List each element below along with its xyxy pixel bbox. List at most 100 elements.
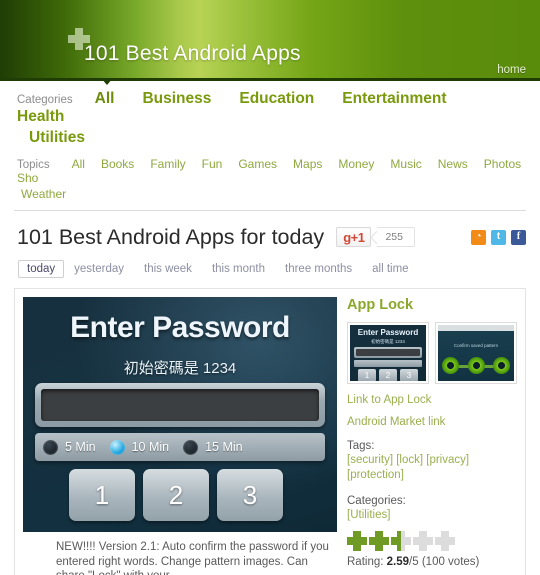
topic-item-books[interactable]: Books (101, 157, 134, 171)
thumb-field (354, 347, 422, 358)
plusone-count[interactable]: 255 (377, 227, 415, 247)
topic-item-money[interactable]: Money (338, 157, 374, 171)
topic-item-maps[interactable]: Maps (293, 157, 322, 171)
topic-item-news[interactable]: News (438, 157, 468, 171)
page-title: 101 Best Android Apps for today (17, 224, 325, 249)
twitter-icon[interactable]: t (491, 229, 506, 245)
rating-max: 5 (412, 556, 419, 568)
app-link[interactable]: Link to App Lock (347, 394, 517, 406)
tag-security[interactable]: [security] (347, 454, 393, 466)
thumb-pattern-text: Confirm saved pattern (453, 343, 499, 348)
thumb-title: Enter Password (357, 328, 419, 337)
site-title: 101 Best Android Apps (84, 42, 301, 65)
category-item-all[interactable]: All (95, 90, 115, 108)
screenshot-password-field-inner (41, 389, 319, 421)
radio-15-min-icon (183, 439, 199, 455)
app-card-right: App Lock Enter Password 初始密碼是 1234 1 2 3 (337, 297, 517, 575)
radio-5-min-label: 5 Min (65, 440, 96, 454)
radio-5-min-icon (43, 439, 58, 455)
thumb-confirm-pattern[interactable]: Confirm saved pattern (435, 322, 517, 384)
tag-privacy[interactable]: [privacy] (426, 454, 469, 466)
screenshot-keypad: 1 2 3 (69, 469, 283, 521)
home-link[interactable]: home (497, 64, 526, 76)
topic-item-photos[interactable]: Photos (484, 157, 521, 171)
tags-heading: Tags: (347, 440, 375, 452)
screenshot-subtitle: 初始密碼是 1234 (123, 360, 237, 377)
rating-text: Rating: 2.59/5 (100 votes) (347, 556, 480, 568)
category-nav-label: Categories (17, 94, 73, 106)
pattern-dot-3 (493, 357, 510, 374)
pattern-dot-1 (442, 357, 459, 374)
topic-nav: Topics All Books Family Fun Games Maps M… (0, 151, 540, 208)
topic-item-games[interactable]: Games (238, 157, 277, 171)
thumb-enter-password[interactable]: Enter Password 初始密碼是 1234 1 2 3 (347, 322, 429, 384)
thumb-enter-password-inner: Enter Password 初始密碼是 1234 1 2 3 (350, 325, 426, 381)
screenshot-password-field (35, 383, 325, 427)
tag-lock[interactable]: [lock] (396, 454, 423, 466)
rating-prefix: Rating: (347, 556, 387, 568)
rating-plus-2-icon[interactable] (369, 531, 389, 551)
app-name: App Lock (347, 297, 414, 313)
time-tab-this-month[interactable]: this month (202, 260, 275, 278)
category-nav: Categories All Business Education Entert… (0, 78, 540, 151)
nav-pointer-icon (101, 78, 113, 85)
android-market-link[interactable]: Android Market link (347, 416, 517, 428)
category-item-education[interactable]: Education (239, 90, 314, 108)
app-card: Enter Password 初始密碼是 1234 5 Min 10 Min 1… (14, 288, 526, 575)
topic-nav-row-2: Weather (0, 187, 540, 201)
title-block: 101 Best Android Apps for today g+1 255 … (0, 211, 540, 251)
rating-plus-5-icon[interactable] (435, 531, 455, 551)
time-tab-three-months[interactable]: three months (275, 260, 362, 278)
rating-value: 2.59 (386, 556, 410, 568)
keypad-key-3: 3 (217, 469, 283, 521)
topic-item-music[interactable]: Music (390, 157, 421, 171)
category-utilities[interactable]: [Utilities] (347, 509, 390, 521)
time-filter-tabs: today yesterday this week this month thr… (0, 251, 540, 278)
time-tab-yesterday[interactable]: yesterday (64, 260, 134, 278)
google-plusone-widget[interactable]: g+1 255 (336, 227, 415, 247)
category-item-health[interactable]: Health (17, 108, 64, 126)
pattern-dot-2 (467, 357, 485, 374)
app-screenshot[interactable]: Enter Password 初始密碼是 1234 5 Min 10 Min 1… (23, 297, 337, 532)
category-item-business[interactable]: Business (142, 90, 211, 108)
time-tab-this-week[interactable]: this week (134, 260, 202, 278)
topic-nav-row-1: Topics All Books Family Fun Games Maps M… (0, 157, 540, 185)
thumb-statusbar (438, 325, 514, 331)
rss-icon[interactable]: ◔ (471, 229, 486, 245)
screenshot-title: Enter Password (70, 311, 290, 344)
topic-item-fun[interactable]: Fun (202, 157, 223, 171)
topic-item-weather[interactable]: Weather (21, 187, 66, 201)
time-tab-all-time[interactable]: all time (362, 260, 418, 278)
plusone-button[interactable]: g+1 (336, 227, 372, 247)
topic-item-all[interactable]: All (72, 157, 85, 171)
category-nav-row-1: Categories All Business Education Entert… (0, 90, 540, 126)
rating-stars[interactable] (347, 531, 517, 551)
categories-list: [Utilities] (347, 508, 517, 523)
thumb-keypad: 1 2 3 (358, 369, 418, 381)
time-tab-today[interactable]: today (18, 260, 65, 278)
topic-item-shopping[interactable]: Sho (17, 171, 38, 185)
screenshot-timeout-radios: 5 Min 10 Min 15 Min (35, 433, 325, 461)
rating-plus-3-icon[interactable] (391, 531, 411, 551)
thumb-key-3: 3 (400, 369, 418, 381)
rating-votes: 100 votes (425, 556, 476, 568)
category-item-utilities[interactable]: Utilities (29, 129, 85, 147)
thumb-pattern-dots (442, 357, 510, 374)
thumb-key-1: 1 (358, 369, 376, 381)
topic-nav-label: Topics (17, 159, 50, 171)
tags-list: [security] [lock] [privacy] [protection] (347, 453, 517, 483)
rating-plus-1-icon[interactable] (347, 531, 367, 551)
categories-heading: Categories: (347, 495, 406, 507)
facebook-icon[interactable]: f (511, 229, 526, 245)
tag-protection[interactable]: [protection] (347, 469, 404, 481)
thumb-subtitle: 初始密碼是 1234 (371, 339, 405, 344)
keypad-key-2: 2 (143, 469, 209, 521)
keypad-key-1: 1 (69, 469, 135, 521)
topic-item-family[interactable]: Family (150, 157, 185, 171)
category-nav-row-2: Utilities (0, 129, 540, 147)
rating-plus-4-icon[interactable] (413, 531, 433, 551)
radio-15-min-label: 15 Min (205, 440, 243, 454)
radio-10-min-label: 10 Min (131, 440, 170, 454)
category-item-entertainment[interactable]: Entertainment (342, 90, 446, 108)
social-links: ◔ t f (471, 229, 526, 245)
